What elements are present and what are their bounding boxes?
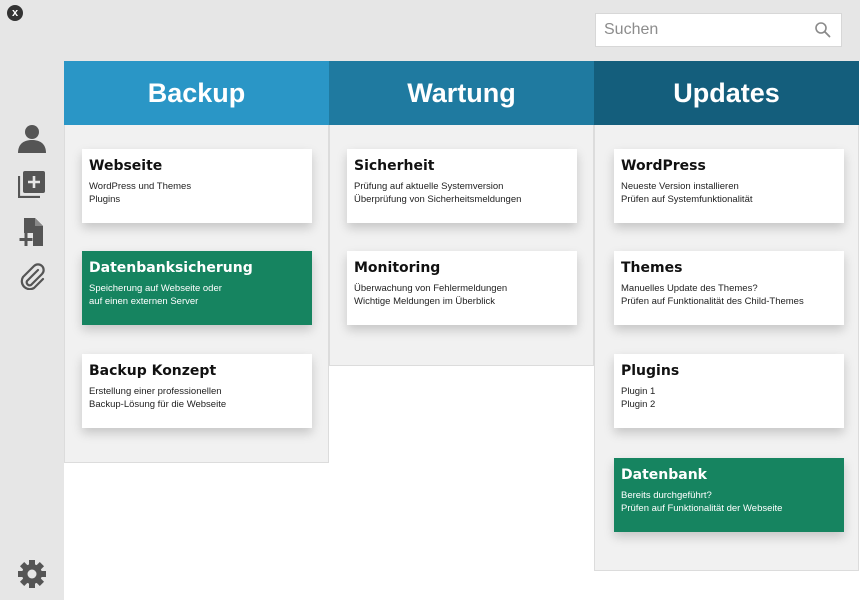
card-title: Plugins (621, 363, 680, 379)
card-line: Prüfung auf aktuelle Systemversion (354, 181, 504, 192)
card-title: WordPress (621, 158, 706, 174)
card-line: Prüfen auf Funktionalität des Child-Them… (621, 296, 804, 307)
card-title: Themes (621, 260, 683, 276)
top-bar: x (0, 0, 860, 61)
card-line: Neueste Version installieren (621, 181, 739, 192)
add-list-icon[interactable] (17, 169, 47, 199)
card-title: Webseite (89, 158, 163, 174)
card-sicherheit[interactable]: Sicherheit Prüfung auf aktuelle Systemve… (347, 149, 577, 223)
column-header-backup: Backup (64, 61, 329, 125)
add-file-icon[interactable] (17, 217, 47, 247)
card-line: Überwachung von Fehlermeldungen (354, 283, 508, 294)
column-updates: Updates WordPress Neueste Version instal… (594, 61, 859, 571)
card-line: WordPress und Themes (89, 181, 192, 192)
card-title: Backup Konzept (89, 363, 217, 379)
card-line: Plugins (89, 194, 121, 205)
sidebar (0, 61, 64, 600)
card-line: Plugin 2 (621, 399, 656, 410)
card-line: Wichtige Meldungen im Überblick (354, 296, 495, 307)
card-line: Speicherung auf Webseite oder (89, 283, 222, 294)
search-input[interactable] (596, 15, 804, 45)
close-button[interactable]: x (7, 5, 23, 21)
search-box[interactable] (595, 13, 842, 47)
gear-icon[interactable] (17, 559, 47, 589)
search-icon[interactable] (814, 21, 832, 39)
card-title: Datenbank (621, 467, 707, 483)
card-wordpress[interactable]: WordPress Neueste Version installieren P… (614, 149, 844, 223)
card-line: Überprüfung von Sicherheitsmeldungen (354, 194, 522, 205)
card-webseite[interactable]: Webseite WordPress und Themes Plugins (82, 149, 312, 223)
card-line: Prüfen auf Funktionalität der Webseite (621, 503, 783, 514)
card-line: Bereits durchgeführt? (621, 490, 712, 501)
card-line: Prüfen auf Systemfunktionalität (621, 194, 753, 205)
card-themes[interactable]: Themes Manuelles Update des Themes? Prüf… (614, 251, 844, 325)
column-backup: Backup Webseite WordPress und Themes Plu… (64, 61, 329, 463)
card-line: Erstellung einer professionellen (89, 386, 222, 397)
card-datenbanksicherung[interactable]: Datenbanksicherung Speicherung auf Webse… (82, 251, 312, 325)
card-line: Backup-Lösung für die Webseite (89, 399, 227, 410)
card-line: Manuelles Update des Themes? (621, 283, 758, 294)
card-plugins[interactable]: Plugins Plugin 1 Plugin 2 (614, 354, 844, 428)
card-title: Sicherheit (354, 158, 435, 174)
column-header-wartung: Wartung (329, 61, 594, 125)
paperclip-icon[interactable] (17, 261, 47, 291)
card-monitoring[interactable]: Monitoring Überwachung von Fehlermeldung… (347, 251, 577, 325)
card-title: Datenbanksicherung (89, 260, 253, 276)
card-line: Plugin 1 (621, 386, 656, 397)
column-wartung: Wartung Sicherheit Prüfung auf aktuelle … (329, 61, 594, 366)
card-datenbank[interactable]: Datenbank Bereits durchgeführt? Prüfen a… (614, 458, 844, 532)
card-backup-konzept[interactable]: Backup Konzept Erstellung einer professi… (82, 354, 312, 428)
card-title: Monitoring (354, 260, 441, 276)
card-line: auf einen externen Server (89, 296, 199, 307)
column-header-updates: Updates (594, 61, 859, 125)
user-icon[interactable] (17, 123, 47, 153)
